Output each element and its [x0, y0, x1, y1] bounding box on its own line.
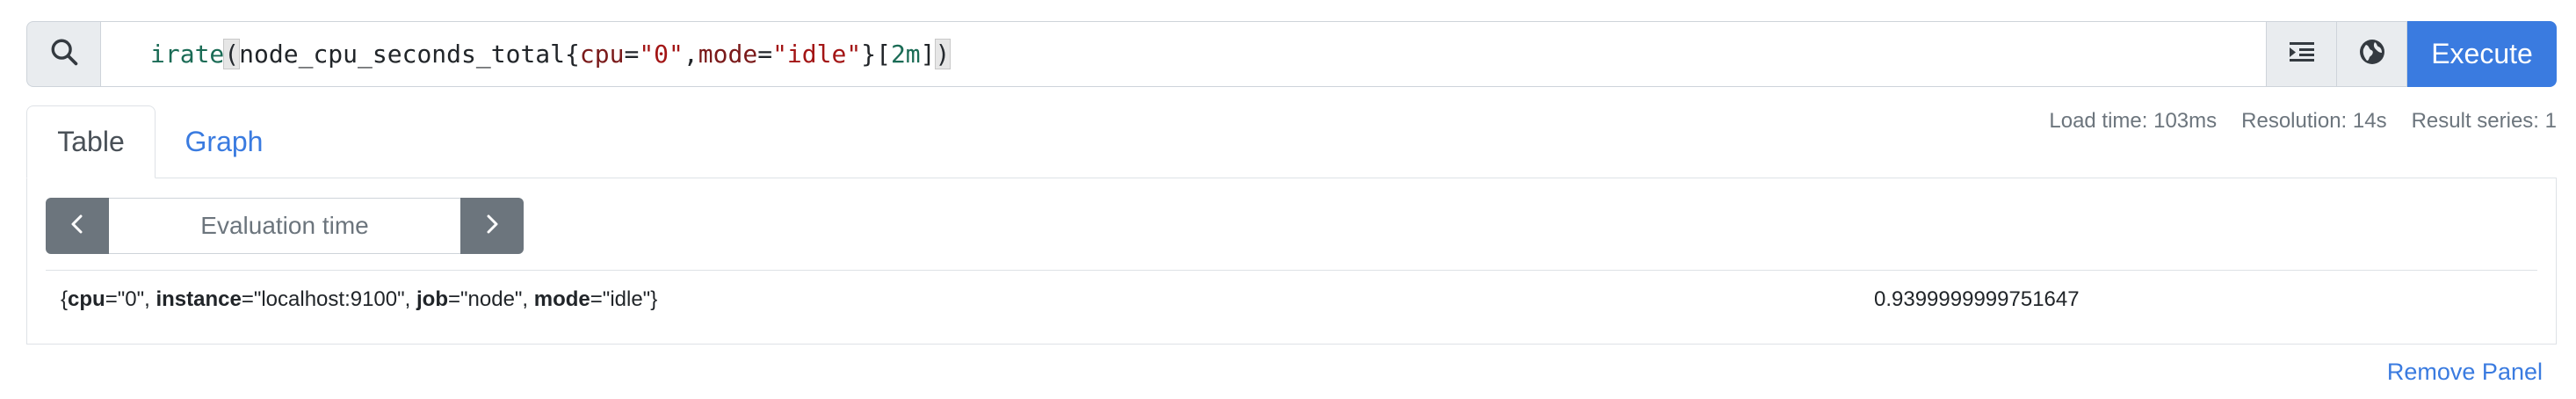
query-stats: Load time: 103ms Resolution: 14s Result …	[2049, 109, 2557, 134]
previous-time-button[interactable]	[46, 198, 109, 254]
query-function: irate	[150, 40, 225, 69]
chevron-left-icon	[69, 212, 86, 241]
evaluation-time-control: Evaluation time	[46, 198, 524, 254]
load-time: Load time: 103ms	[2049, 109, 2218, 133]
resolution: Resolution: 14s	[2241, 109, 2387, 133]
query-expression-input[interactable]: irate(node_cpu_seconds_total{cpu = "0", mod…	[100, 21, 2267, 87]
result-series-count: Result series: 1	[2411, 109, 2557, 133]
next-time-button[interactable]	[460, 198, 524, 254]
table-row: {cpu="0", instance="localhost:9100", job…	[46, 272, 2537, 328]
query-label-name: cpu	[579, 40, 625, 69]
tab-table[interactable]: Table	[26, 105, 156, 178]
tab-graph[interactable]: Graph	[156, 105, 293, 178]
query-open-paren: (	[223, 39, 241, 69]
table-panel: Evaluation time {cpu="0", instance="loca…	[26, 178, 2557, 345]
query-metric-name: node_cpu_seconds_total	[239, 40, 566, 69]
execute-button[interactable]: Execute	[2407, 21, 2557, 87]
evaluation-time-input[interactable]: Evaluation time	[109, 198, 460, 254]
query-equals: =	[624, 40, 640, 69]
series-label-value: ="localhost:9100",	[241, 287, 416, 311]
series-labels: {cpu="0", instance="localhost:9100", job…	[46, 287, 657, 312]
query-equals: =	[757, 40, 773, 69]
search-icon	[49, 37, 79, 71]
series-brace-open: {	[61, 287, 69, 311]
query-open-brace: {	[565, 40, 580, 69]
query-duration: 2m	[890, 40, 921, 69]
query-bar: irate(node_cpu_seconds_total{cpu = "0", mod…	[26, 21, 2557, 87]
series-value: 0.9399999999751647	[1874, 287, 2080, 311]
search-addon	[26, 21, 100, 87]
query-close-bracket: ]	[920, 40, 936, 69]
series-brace-close: }	[650, 287, 658, 311]
remove-panel-link[interactable]: Remove Panel	[2387, 359, 2543, 386]
series-label-name: cpu	[68, 287, 105, 311]
series-label-name: mode	[533, 287, 590, 311]
format-expression-button[interactable]	[2267, 21, 2337, 87]
series-label-name: instance	[156, 287, 242, 311]
query-open-bracket: [	[876, 40, 891, 69]
chevron-right-icon	[483, 212, 501, 241]
panel-tabs: Table Graph	[26, 105, 293, 178]
globe-icon	[2358, 38, 2386, 70]
query-label-name: mode	[698, 40, 758, 69]
query-label-value: "idle"	[772, 40, 862, 69]
query-label-value: "0"	[639, 40, 684, 69]
series-label-value: ="idle"	[590, 287, 651, 311]
query-close-brace: }	[861, 40, 877, 69]
query-close-paren: )	[934, 39, 952, 69]
metrics-explorer-button[interactable]	[2337, 21, 2407, 87]
format-indent-icon	[2288, 40, 2316, 69]
series-label-name: job	[416, 287, 448, 311]
series-label-value: ="0",	[105, 287, 156, 311]
query-comma: ,	[683, 40, 698, 69]
table-divider	[46, 270, 2537, 271]
series-label-value: ="node",	[447, 287, 534, 311]
